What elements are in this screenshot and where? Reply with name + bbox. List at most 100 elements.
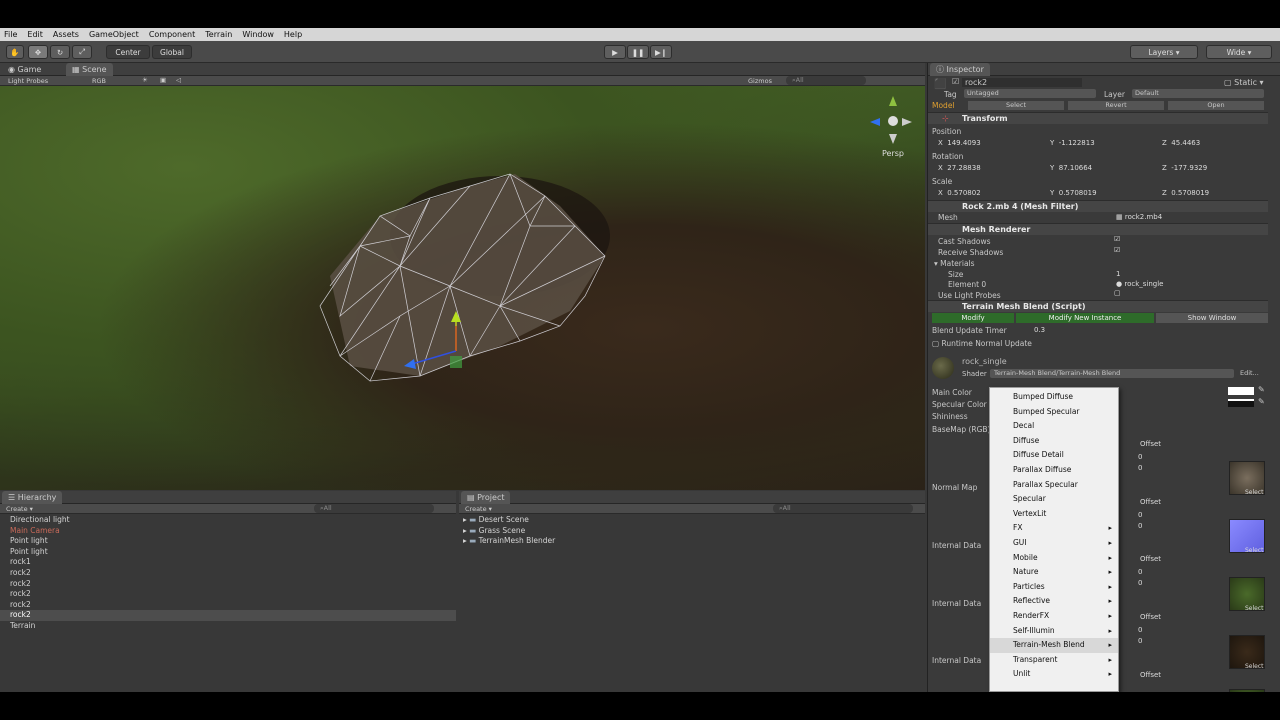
tab-inspector[interactable]: ⓘ Inspector [930,63,990,76]
offset-field[interactable]: 0 [1138,522,1142,530]
shader-menu-item[interactable]: GUI ▸ [990,536,1118,551]
hierarchy-create-button[interactable]: Create ▾ [6,505,33,513]
rotation-x-field[interactable]: 27.28838 [947,164,980,172]
shader-menu-item[interactable]: Reflective ▸ [990,594,1118,609]
tab-hierarchy[interactable]: ☰ Hierarchy [2,491,63,504]
receive-shadows-checkbox[interactable]: ☑ [1114,246,1120,254]
eyedropper-icon[interactable]: ✎ [1258,385,1265,394]
shader-menu-item[interactable]: Terrain-Mesh Blend ▸ [990,638,1118,653]
terrain-blend-header[interactable]: Terrain Mesh Blend (Script) [928,300,1268,312]
specular-color-swatch[interactable] [1228,399,1254,407]
menu-component[interactable]: Component [144,28,200,41]
hierarchy-item[interactable]: Point light [0,547,456,558]
lighting-toggle-icon[interactable]: ☀ [142,76,148,84]
use-light-probes-checkbox[interactable]: ▢ [1114,289,1121,297]
eyedropper-icon[interactable]: ✎ [1258,397,1265,406]
hierarchy-item[interactable]: rock1 [0,557,456,568]
scale-tool-button[interactable]: ⤢ [72,45,92,59]
transform-header[interactable]: Transform [928,112,1268,124]
menu-terrain[interactable]: Terrain [200,28,237,41]
modify-new-instance-button[interactable]: Modify New Instance [1016,313,1154,323]
project-folder[interactable]: ▸ ▬ Grass Scene [459,526,925,537]
tab-scene[interactable]: ▦ Scene [66,63,113,76]
materials-foldout[interactable]: ▾ Materials [934,259,975,268]
menu-file[interactable]: File [0,28,22,41]
shader-menu-item[interactable]: Diffuse [990,434,1118,449]
menu-window[interactable]: Window [237,28,279,41]
shader-menu-item[interactable]: Parallax Specular [990,478,1118,493]
play-button[interactable]: ▶ [604,45,626,59]
hierarchy-item[interactable]: Terrain [0,621,456,632]
render-mode-dropdown[interactable]: Light Probes [8,77,48,85]
step-button[interactable]: ▶❙ [650,45,672,59]
model-revert-button[interactable]: Revert [1068,101,1164,110]
scale-y-field[interactable]: 0.5708019 [1059,189,1097,197]
size-field[interactable]: 1 [1116,270,1120,278]
scale-x-field[interactable]: 0.570802 [947,189,980,197]
texture-select-button[interactable]: Select [1245,489,1264,496]
shader-menu-item[interactable]: Self-Illumin ▸ [990,624,1118,639]
show-window-button[interactable]: Show Window [1156,313,1268,323]
mesh-field[interactable]: ▦ rock2.mb4 [1116,213,1162,221]
shader-menu-item[interactable]: Decal [990,419,1118,434]
offset-field[interactable]: 0 [1138,464,1142,472]
hierarchy-item[interactable]: Point light [0,536,456,547]
shader-menu-item[interactable]: Nature ▸ [990,565,1118,580]
shader-menu-item[interactable]: Bumped Diffuse [990,390,1118,405]
offset-field[interactable]: 0 [1138,637,1142,645]
mesh-filter-header[interactable]: Rock 2.mb 4 (Mesh Filter) [928,200,1268,212]
hierarchy-item[interactable]: rock2 [0,610,456,621]
shader-menu-item[interactable]: Bumped Specular [990,405,1118,420]
static-checkbox[interactable]: ▢ Static ▾ [1224,78,1264,87]
tab-game[interactable]: ◉ Game [2,63,47,76]
pause-button[interactable]: ❚❚ [627,45,649,59]
position-y-field[interactable]: -1.122813 [1059,139,1095,147]
offset-field[interactable]: 0 [1138,568,1142,576]
shader-menu-item[interactable]: Mobile ▸ [990,551,1118,566]
move-tool-button[interactable]: ✥ [28,45,48,59]
texture-select-button[interactable]: Select [1245,605,1264,612]
space-toggle[interactable]: Global [152,45,192,59]
menu-gameobject[interactable]: GameObject [84,28,144,41]
menu-assets[interactable]: Assets [48,28,84,41]
shader-menu-item[interactable]: Unlit ▸ [990,667,1118,682]
rotate-tool-button[interactable]: ↻ [50,45,70,59]
texture-select-button[interactable]: Select [1245,547,1264,554]
project-search-input[interactable]: ⌕All [773,504,913,513]
main-color-swatch[interactable] [1228,387,1254,395]
modify-button[interactable]: Modify [932,313,1014,323]
layers-dropdown[interactable]: Layers ▾ [1130,45,1198,59]
pivot-toggle[interactable]: Center [106,45,150,59]
project-create-button[interactable]: Create ▾ [465,505,492,513]
rotation-z-field[interactable]: -177.9329 [1171,164,1207,172]
offset-field[interactable]: 0 [1138,579,1142,587]
hierarchy-item[interactable]: rock2 [0,568,456,579]
audio-toggle-icon[interactable]: ◁ [176,76,181,84]
hierarchy-item[interactable]: Directional light [0,515,456,526]
shader-dropdown[interactable]: Terrain-Mesh Blend/Terrain-Mesh Blend [990,369,1234,378]
shader-menu-item[interactable]: RenderFX ▸ [990,609,1118,624]
shader-menu-item[interactable]: Particles ▸ [990,580,1118,595]
cast-shadows-checkbox[interactable]: ☑ [1114,235,1120,243]
scene-search-input[interactable]: ⌕All [786,76,866,85]
model-open-button[interactable]: Open [1168,101,1264,110]
tag-dropdown[interactable]: Untagged [964,89,1096,98]
scale-z-field[interactable]: 0.5708019 [1171,189,1209,197]
model-select-button[interactable]: Select [968,101,1064,110]
hierarchy-item[interactable]: Main Camera [0,526,456,537]
runtime-normal-toggle[interactable]: ▢ Runtime Normal Update [932,339,1032,348]
layout-dropdown[interactable]: Wide ▾ [1206,45,1272,59]
scene-viewport[interactable]: Persp [0,86,925,490]
hand-tool-button[interactable]: ✋ [6,45,24,59]
offset-field[interactable]: 0 [1138,511,1142,519]
shader-menu-item[interactable]: Diffuse Detail [990,448,1118,463]
offset-field[interactable]: 0 [1138,453,1142,461]
rotation-y-field[interactable]: 87.10664 [1059,164,1092,172]
shader-menu-item[interactable]: Transparent ▸ [990,653,1118,668]
overlay-toggle-icon[interactable]: ▣ [160,76,166,84]
gizmos-dropdown[interactable]: Gizmos [748,77,772,85]
orientation-gizmo[interactable] [870,96,912,144]
element0-field[interactable]: ● rock_single [1116,280,1163,288]
internal-data-texture-slot-3[interactable] [1229,689,1265,692]
position-x-field[interactable]: 149.4093 [947,139,980,147]
